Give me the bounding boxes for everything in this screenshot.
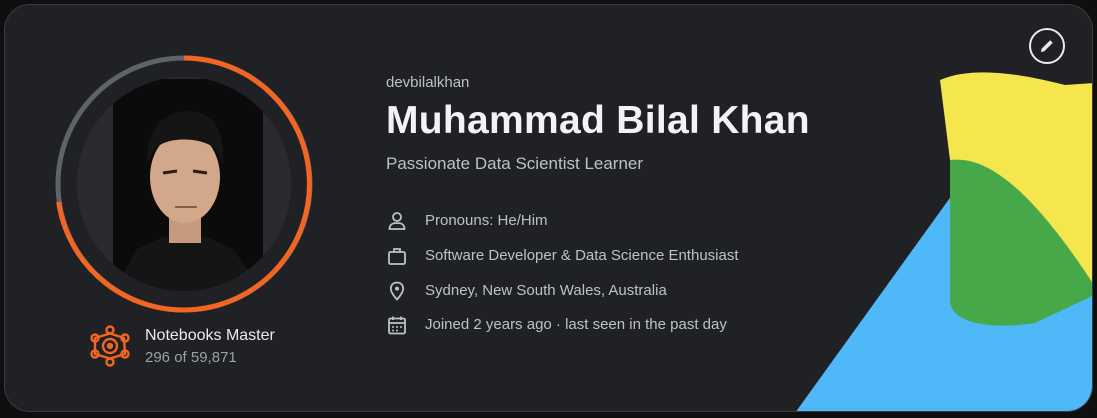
notebooks-tier-icon: [90, 325, 130, 367]
person-icon: [388, 212, 406, 230]
detail-text: Pronouns: He/Him: [425, 212, 548, 229]
pencil-icon: [1041, 39, 1054, 52]
detail-text: Sydney, New South Wales, Australia: [425, 282, 667, 299]
detail-text: Joined 2 years ago · last seen in the pa…: [425, 316, 727, 333]
location-pin-icon: [389, 281, 405, 301]
tagline: Passionate Data Scientist Learner: [386, 154, 644, 173]
user-photo: [77, 77, 291, 291]
briefcase-icon: [388, 248, 406, 265]
tier-title: Notebooks Master: [145, 327, 275, 344]
detail-location: Sydney, New South Wales, Australia: [386, 280, 866, 306]
avatar[interactable]: [77, 77, 291, 291]
tier-rank: 296 of 59,871: [145, 349, 237, 366]
detail-pronouns: Pronouns: He/Him: [386, 210, 866, 236]
calendar-icon: [388, 316, 406, 335]
display-name: Muhammad Bilal Khan: [386, 99, 810, 142]
profile-card: Notebooks Master 296 of 59,871 devbilalk…: [4, 4, 1093, 412]
username: devbilalkhan: [386, 74, 470, 91]
detail-joined: Joined 2 years ago · last seen in the pa…: [386, 314, 866, 340]
edit-profile-button[interactable]: [1029, 28, 1065, 64]
detail-text: Software Developer & Data Science Enthus…: [425, 247, 739, 264]
tier-badge: Notebooks Master 296 of 59,871: [89, 323, 339, 371]
detail-occupation: Software Developer & Data Science Enthus…: [386, 245, 866, 271]
